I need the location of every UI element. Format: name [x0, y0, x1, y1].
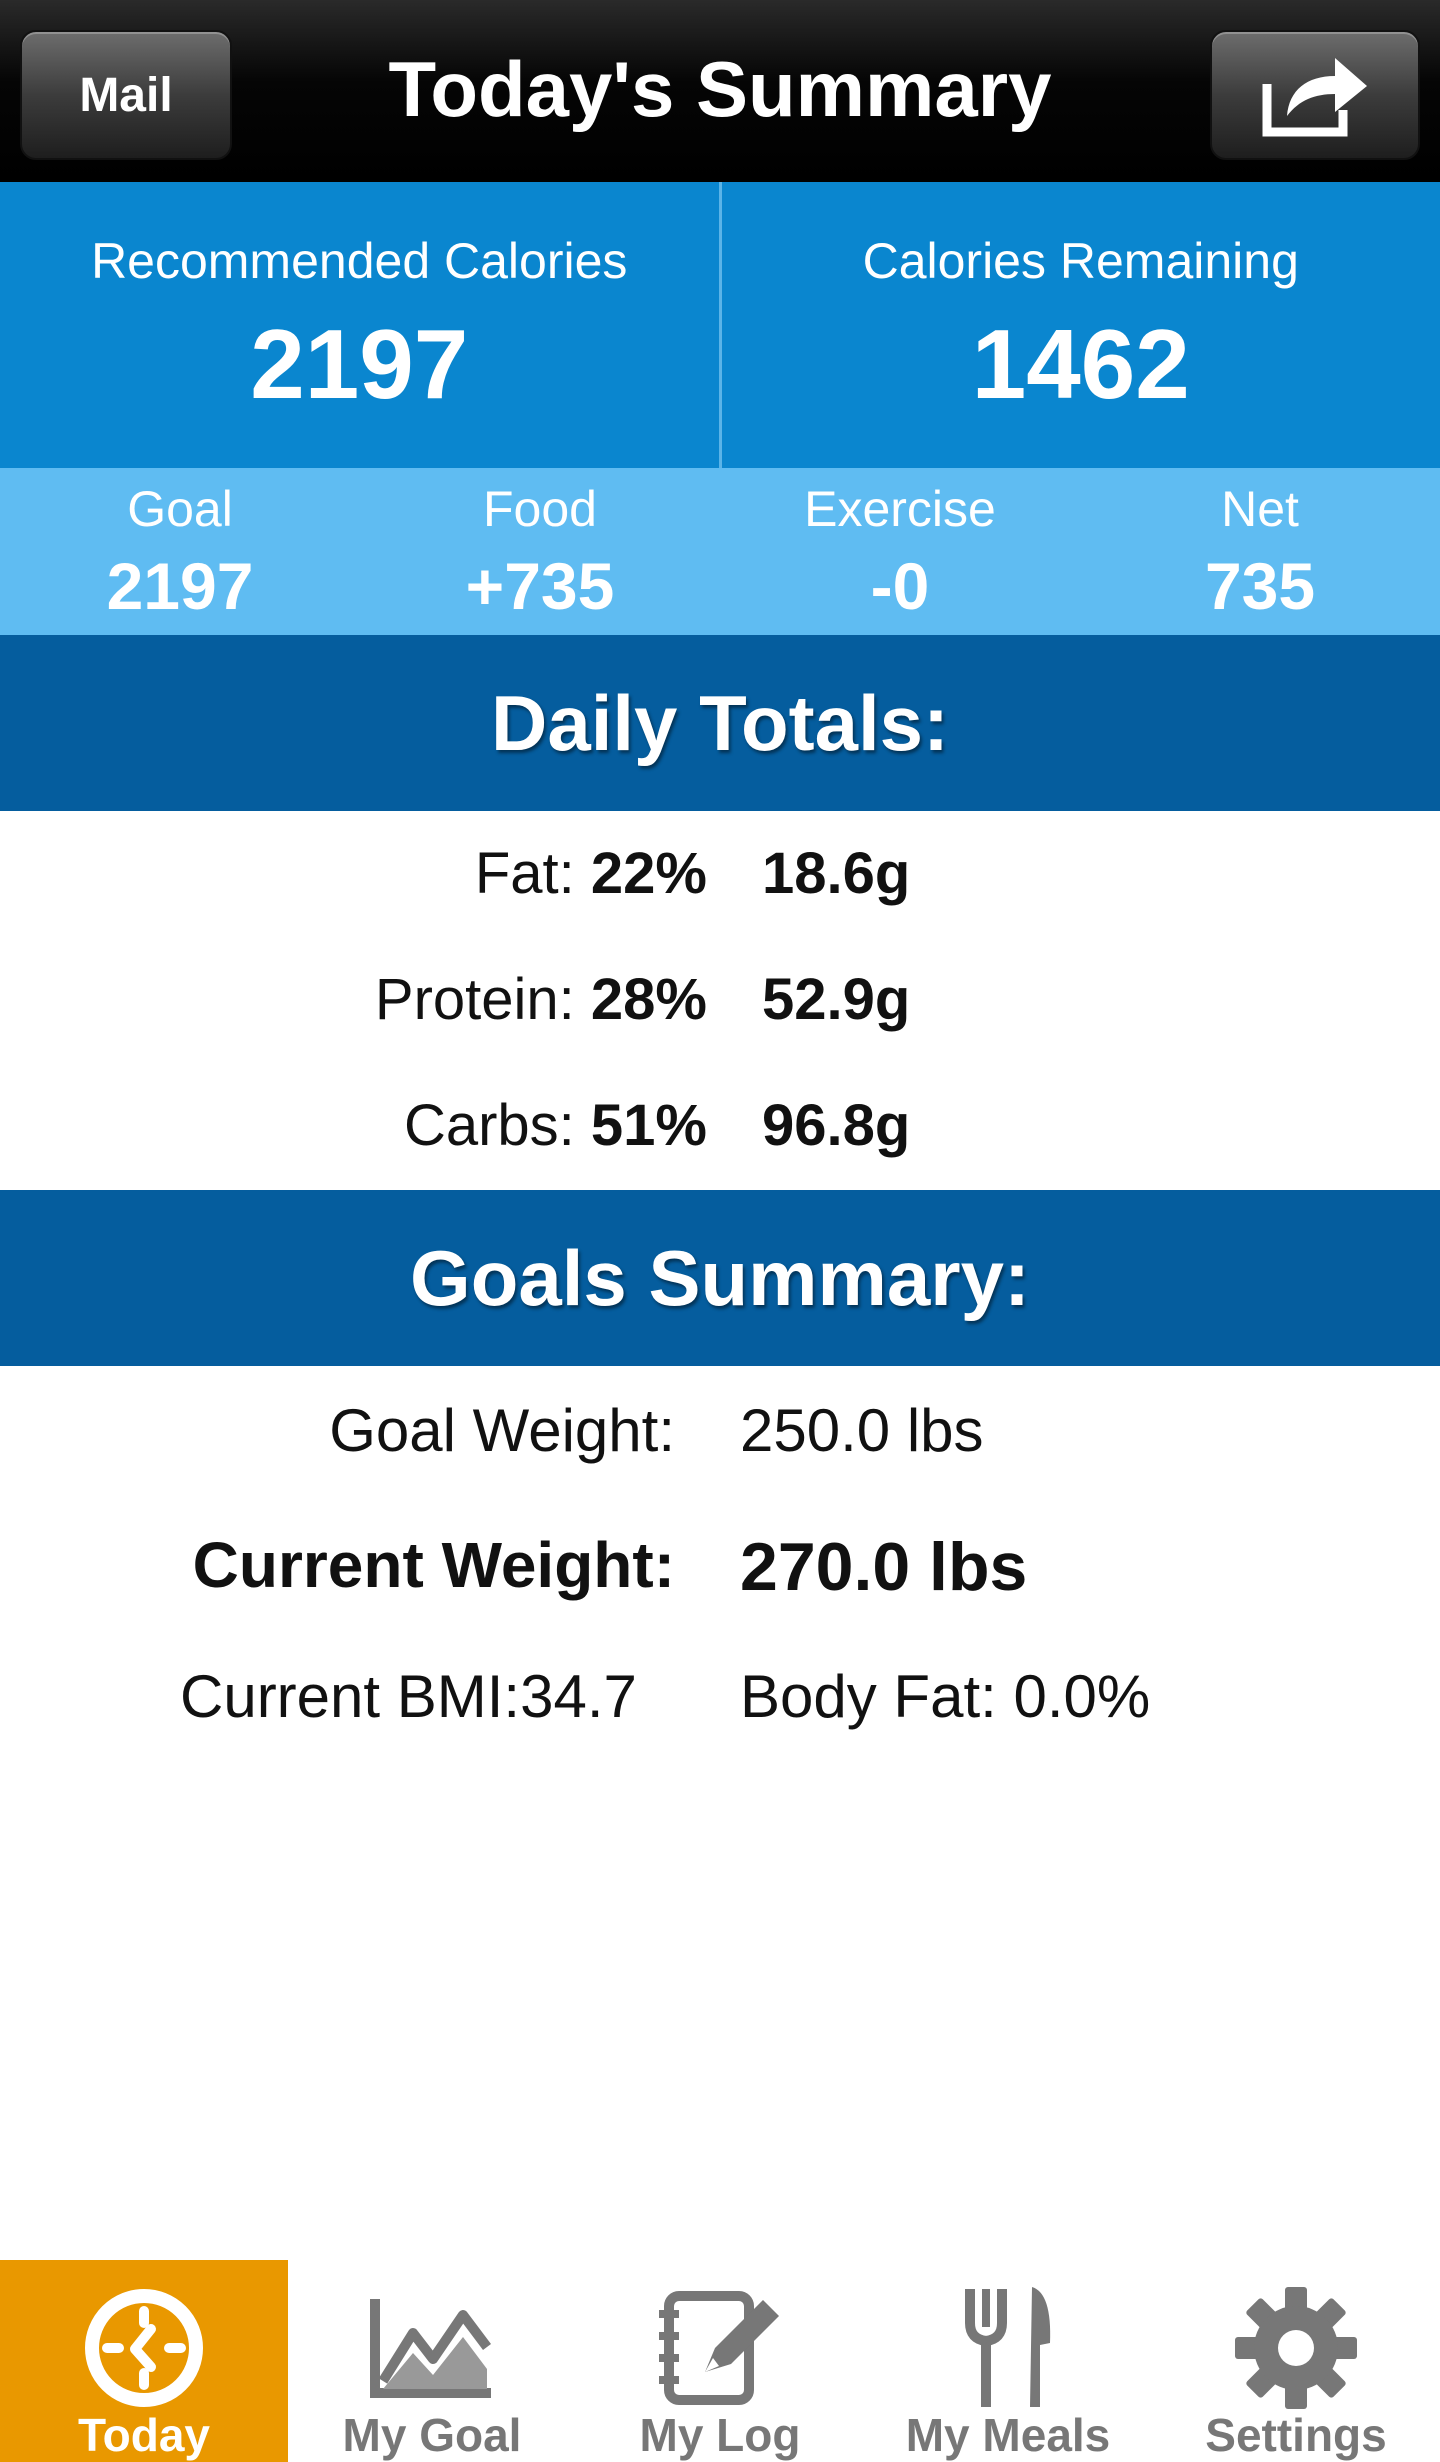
macro-grams: 96.8g [762, 1093, 911, 1158]
share-icon [1257, 46, 1373, 145]
tab-today[interactable]: Today [0, 2260, 288, 2462]
stat-value: 2197 [106, 549, 254, 623]
macro-name: Protein: 28% [375, 966, 707, 1033]
tab-label: Settings [1205, 2409, 1387, 2461]
stat-value: +735 [465, 549, 615, 623]
recommended-calories: Recommended Calories 2197 [0, 182, 722, 468]
stat-goal: Goal 2197 [0, 468, 360, 635]
stat-label: Exercise [804, 481, 996, 537]
stat-value: -0 [870, 549, 930, 623]
macro-label: Carbs: [403, 1093, 575, 1158]
current-weight-value: 270.0 lbs [740, 1529, 1028, 1605]
tab-my-goal[interactable]: My Goal [288, 2260, 576, 2462]
clock-icon [0, 2278, 288, 2418]
recommended-calories-label: Recommended Calories [91, 233, 628, 289]
daily-totals-header: Daily Totals: [0, 635, 1440, 811]
stat-label: Goal [127, 481, 233, 537]
tab-settings[interactable]: Settings [1152, 2260, 1440, 2462]
tab-my-log[interactable]: My Log [576, 2260, 864, 2462]
top-nav-bar: Mail Today's Summary [0, 0, 1440, 182]
notepad-icon [576, 2278, 864, 2418]
macro-label: Fat: [474, 841, 575, 906]
tab-label: Today [77, 2409, 211, 2461]
macro-name: Carbs: 51% [404, 1092, 707, 1159]
tab-label: My Goal [342, 2409, 522, 2461]
gear-icon [1152, 2278, 1440, 2418]
calories-remaining-label: Calories Remaining [862, 233, 1299, 289]
stat-food: Food +735 [360, 468, 720, 635]
macro-label: Protein: [374, 967, 575, 1032]
macro-row-carbs: Carbs: 51% 96.8g [0, 1092, 1440, 1172]
stat-net: Net 735 [1080, 468, 1440, 635]
macro-row-fat: Fat: 22% 18.6g [0, 840, 1440, 920]
chart-icon [288, 2278, 576, 2418]
tab-label: My Log [639, 2409, 801, 2461]
recommended-calories-value: 2197 [250, 309, 469, 419]
stat-value: 735 [1204, 549, 1316, 623]
calories-remaining-value: 1462 [971, 309, 1190, 419]
macro-percent: 28% [590, 967, 707, 1032]
tab-my-meals[interactable]: My Meals [864, 2260, 1152, 2462]
macro-grams: 52.9g [762, 967, 911, 1032]
calorie-breakdown: Goal 2197 Food +735 Exercise -0 Net 735 [0, 468, 1440, 635]
body-fat-text: Body Fat: 0.0% [740, 1663, 1151, 1730]
goals-summary-header: Goals Summary: [0, 1190, 1440, 1366]
current-bmi-text: Current BMI:34.7 [180, 1663, 637, 1730]
stat-label: Food [483, 481, 597, 537]
tab-label: My Meals [905, 2409, 1111, 2461]
goal-weight-label: Goal Weight: [329, 1397, 675, 1464]
stat-label: Net [1221, 481, 1299, 537]
macro-grams: 18.6g [762, 841, 911, 906]
macro-percent: 51% [590, 1093, 707, 1158]
macro-percent: 22% [590, 841, 707, 906]
macro-row-protein: Protein: 28% 52.9g [0, 966, 1440, 1046]
share-button[interactable] [1210, 30, 1420, 160]
goal-weight-value: 250.0 lbs [740, 1397, 984, 1464]
stat-exercise: Exercise -0 [720, 468, 1080, 635]
current-weight-label: Current Weight: [192, 1529, 675, 1601]
macro-name: Fat: 22% [475, 840, 707, 907]
calories-remaining: Calories Remaining 1462 [722, 182, 1440, 468]
calories-summary: Recommended Calories 2197 Calories Remai… [0, 182, 1440, 468]
fork-knife-icon [864, 2278, 1152, 2418]
bottom-tab-bar: Today My Goal My Log My Meals Settings [0, 2260, 1440, 2462]
